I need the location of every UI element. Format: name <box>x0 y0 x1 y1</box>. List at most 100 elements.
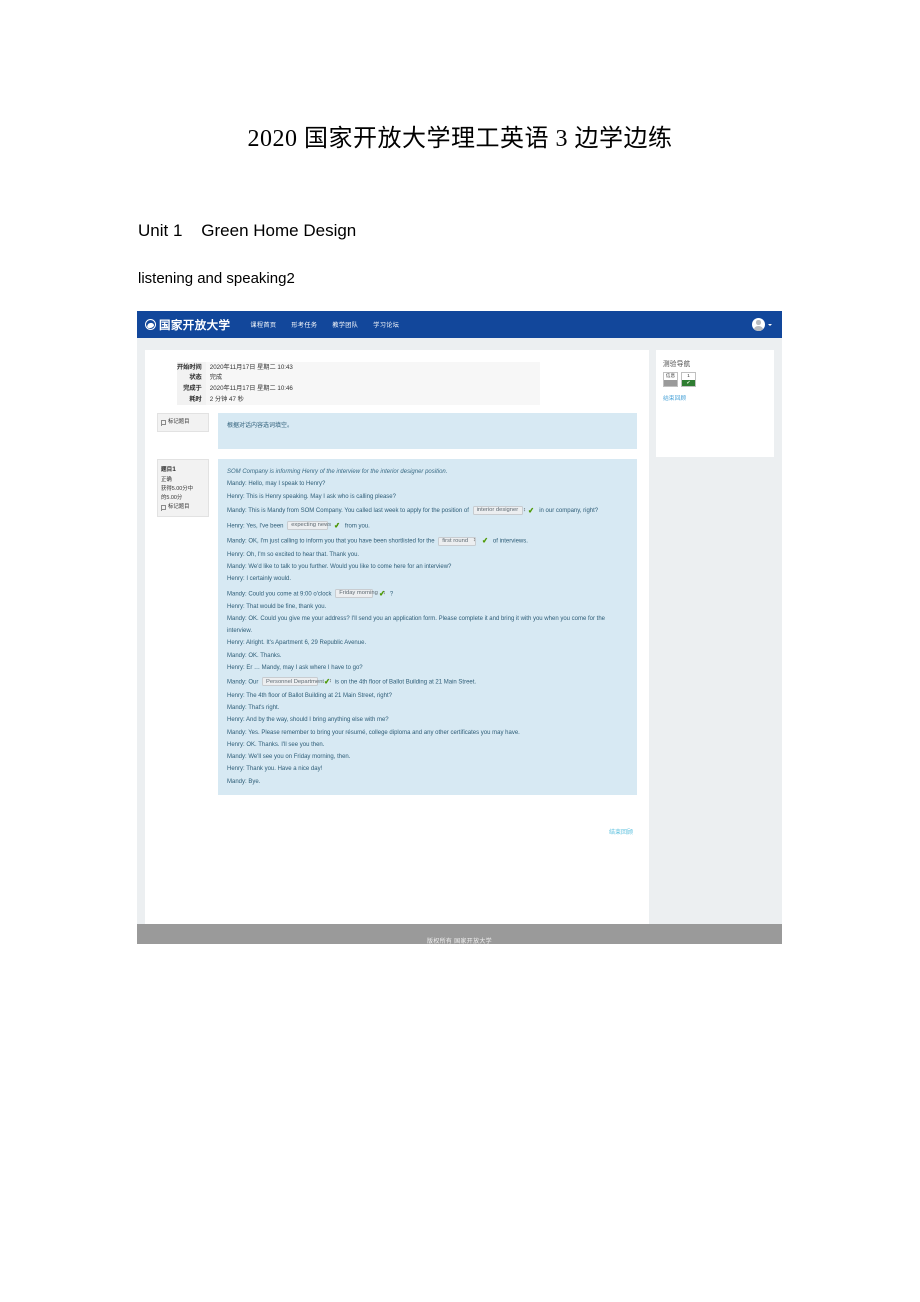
sidebar: 测验导航 信息 1 ✔ 结束回顾 <box>656 350 774 924</box>
page-body: 开始时间 2020年11月17日 星期二 10:43 状态 完成 完成于 202… <box>137 338 782 924</box>
dialogue-line: Mandy: OK. Thanks. <box>227 652 282 659</box>
table-row: 耗时 2 分钟 47 秒 <box>177 394 540 406</box>
dialogue-line: Henry: Alright. It's Apartment 6, 29 Rep… <box>227 640 367 647</box>
dialogue-line: Mandy: That's right. <box>227 704 280 711</box>
answer-select-4[interactable]: Friday morning ↕ <box>335 588 386 598</box>
table-row: 完成于 2020年11月17日 星期二 10:46 <box>177 383 540 395</box>
dialogue-text-after: of interviews. <box>492 538 528 545</box>
answer-select-2[interactable]: expecting news ↕ <box>287 521 339 531</box>
dialogue-line: Henry: And by the way, should I bring an… <box>227 717 389 724</box>
dialogue-text-before: Mandy: Our <box>227 679 259 686</box>
page-footer: 版权所有 国家开放大学 <box>137 924 782 944</box>
quiz-nav-button-info-state <box>664 380 677 386</box>
dialogue-line: Henry: This is Henry speaking. May I ask… <box>227 493 396 500</box>
dialogue-line-with-blank: Mandy: Could you come at 9:00 o'clock Fr… <box>227 586 628 601</box>
prompt-info-panel: 标记题目 <box>157 413 209 433</box>
correct-check-icon: ✔ <box>481 536 489 546</box>
finish-review-link[interactable]: 结束回顾 <box>609 830 633 836</box>
flag-question-label: 标记题目 <box>168 419 190 426</box>
summary-value-state: 完成 <box>205 372 540 384</box>
summary-value-completed-at: 2020年11月17日 星期二 10:46 <box>205 383 540 395</box>
dialogue-text-after: in our company, right? <box>539 508 599 515</box>
quiz-navigation-panel: 测验导航 信息 1 ✔ 结束回顾 <box>656 350 774 457</box>
flag-icon <box>161 504 167 511</box>
dialogue-line-with-blank: Mandy: OK, I'm just calling to inform yo… <box>227 533 628 548</box>
correct-check-icon: ✔ <box>333 520 341 531</box>
nav-item-assessment-tasks[interactable]: 形考任务 <box>291 320 317 329</box>
quiz-nav-button-info[interactable]: 信息 <box>663 372 678 387</box>
document-page: 2020 国家开放大学理工英语 3 边学边练 Unit 1 Green Home… <box>0 0 920 1302</box>
chevron-down-icon[interactable] <box>768 323 772 326</box>
quiz-navigation-buttons: 信息 1 ✔ <box>663 372 767 387</box>
footer-copyright: 版权所有 国家开放大学 <box>427 938 492 945</box>
answer-select-5-value: Personnel Department <box>266 678 325 685</box>
question-block-1: 题目1 正确 获得5.00分中 的5.00分 标记题目 SOM Company … <box>157 459 637 796</box>
dialogue-line-with-blank: Mandy: This is Mandy from SOM Company. Y… <box>227 503 628 518</box>
avatar[interactable] <box>752 318 765 331</box>
nav-item-study-forum[interactable]: 学习论坛 <box>373 320 399 329</box>
summary-label-state: 状态 <box>177 372 206 384</box>
summary-label-start-time: 开始时间 <box>177 362 206 373</box>
navbar-menu: 课程首页 形考任务 教学团队 学习论坛 <box>250 320 399 329</box>
dialogue-text-after: ? <box>389 590 394 597</box>
summary-value-duration: 2 分钟 47 秒 <box>205 394 540 406</box>
dialogue-text-after: from you. <box>344 523 370 530</box>
answer-select-2-value: expecting news <box>291 522 332 529</box>
summary-label-duration: 耗时 <box>177 394 206 406</box>
top-navbar: 国家开放大学 课程首页 形考任务 教学团队 学习论坛 <box>137 311 782 338</box>
prompt-block: 标记题目 根据对话内容选词填空。 <box>157 413 637 450</box>
ouchn-logo-icon <box>145 319 156 330</box>
dialogue-line: Henry: Oh, I'm so excited to hear that. … <box>227 551 360 558</box>
nav-item-course-home[interactable]: 课程首页 <box>250 320 276 329</box>
question-info-panel: 题目1 正确 获得5.00分中 的5.00分 标记题目 <box>157 459 209 518</box>
answer-select-4-value: Friday morning <box>339 589 378 596</box>
answer-select-1-value: interior designer <box>476 507 519 514</box>
section-heading: listening and speaking2 <box>138 270 295 287</box>
question-number-label: 题目 <box>161 467 173 474</box>
dialogue-line-with-blank: Henry: Yes, I've been expecting news ↕ ✔… <box>227 518 628 533</box>
dialogue-line: Henry: OK. Thanks. I'll see you then. <box>227 741 325 748</box>
dialogue-line: Henry: Er … Mandy, may I ask where I hav… <box>227 664 363 671</box>
flag-question-label: 标记题目 <box>168 504 190 511</box>
user-menu[interactable] <box>752 318 772 331</box>
finish-review-row: 结束回顾 <box>157 805 637 848</box>
prompt-text-area: 根据对话内容选词填空。 <box>218 413 637 450</box>
dialogue-line: Mandy: We'd like to talk to you further.… <box>227 564 452 571</box>
dialogue-line: Henry: That would be fine, thank you. <box>227 604 327 611</box>
correct-check-icon: ✔ <box>378 588 386 599</box>
dialogue-line: Mandy: OK. Could you give me your addres… <box>227 616 606 635</box>
quiz-nav-button-1[interactable]: 1 ✔ <box>681 372 696 387</box>
dialogue-text-before: Henry: Yes, I've been <box>227 523 284 530</box>
attempt-summary-table: 开始时间 2020年11月17日 星期二 10:43 状态 完成 完成于 202… <box>177 362 540 406</box>
correct-check-icon: ✔ <box>527 505 536 516</box>
quiz-nav-button-info-label: 信息 <box>664 373 677 380</box>
dialogue-text-before: Mandy: Could you come at 9:00 o'clock <box>227 590 332 597</box>
answer-select-5[interactable]: Personnel Department ↕ <box>262 677 332 687</box>
dialogue-line: Mandy: Hello, may I speak to Henry? <box>227 481 326 488</box>
question-grade-line2: 的5.00分 <box>161 495 183 502</box>
dialogue-text-after: is on the 4th floor of Ballot Building a… <box>334 679 477 686</box>
nav-item-teaching-team[interactable]: 教学团队 <box>332 320 358 329</box>
question-grade-line1: 获得5.00分中 <box>161 485 194 492</box>
dialogue-line-with-blank: Mandy: Our Personnel Department ↕ ✔ is o… <box>227 674 628 689</box>
answer-select-1[interactable]: interior designer ↕ <box>472 506 526 516</box>
dialogue-line: Henry: Thank you. Have a nice day! <box>227 766 323 773</box>
dialogue-line: Henry: The 4th floor of Ballot Building … <box>227 692 392 699</box>
question-content: SOM Company is informing Henry of the in… <box>218 459 637 796</box>
dialogue-intro: SOM Company is informing Henry of the in… <box>227 469 448 476</box>
quiz-navigation-title: 测验导航 <box>663 361 691 368</box>
unit-heading: Unit 1 Green Home Design <box>138 221 357 240</box>
dialogue-line: Mandy: Bye. <box>227 778 261 785</box>
dialogue-text-before: Mandy: OK, I'm just calling to inform yo… <box>227 538 435 545</box>
answer-select-3[interactable]: first round ↕ <box>438 536 477 546</box>
sidebar-finish-review-link[interactable]: 结束回顾 <box>663 396 686 402</box>
flag-question-prompt[interactable]: 标记题目 <box>161 418 205 427</box>
question-number-value: 1 <box>172 466 176 474</box>
flag-question-1[interactable]: 标记题目 <box>161 503 205 512</box>
site-logo[interactable]: 国家开放大学 <box>145 317 230 333</box>
answer-select-3-value: first round <box>442 537 469 544</box>
quiz-nav-button-1-correct-icon: ✔ <box>682 380 695 386</box>
dialogue-line: Mandy: We'll see you on Friday morning, … <box>227 754 351 761</box>
summary-label-completed-at: 完成于 <box>177 383 206 395</box>
dialogue-text-before: Mandy: This is Mandy from SOM Company. Y… <box>227 508 469 515</box>
